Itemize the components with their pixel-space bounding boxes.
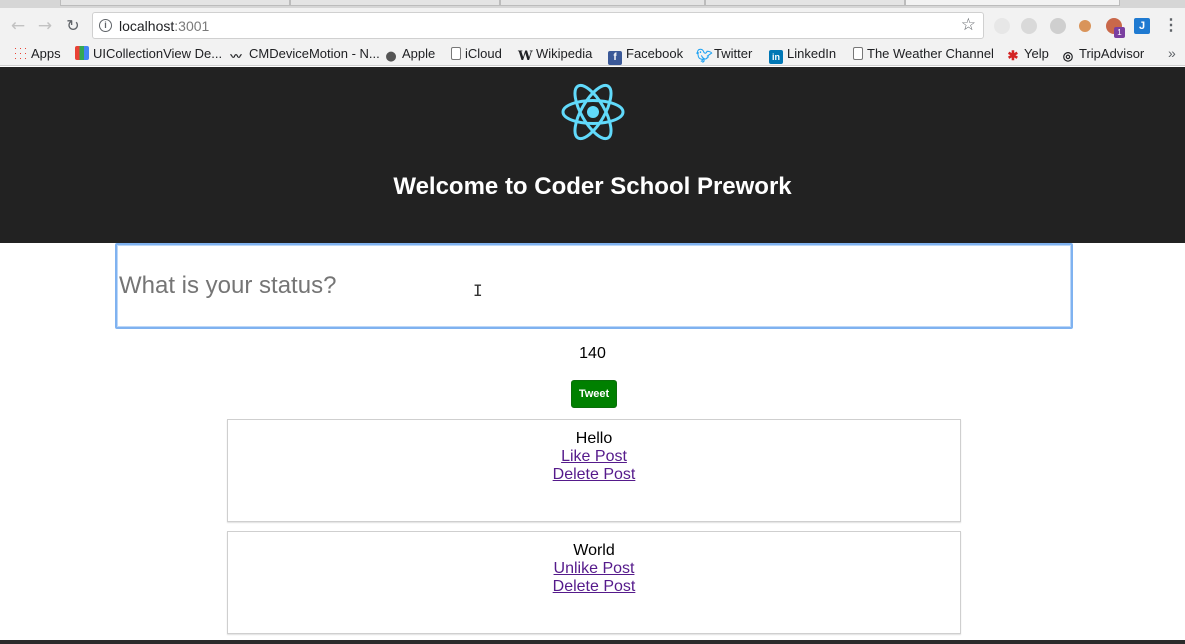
bookmarks-overflow-button[interactable]: » [1168, 45, 1176, 61]
bookmark-apple[interactable]: ● Apple [384, 46, 436, 64]
bookmark-weather-channel[interactable]: The Weather Channel [853, 46, 994, 62]
bookmark-facebook[interactable]: f Facebook [608, 46, 684, 65]
bookmark-linkedin[interactable]: in LinkedIn [769, 46, 837, 64]
mustache-icon: 〰 [230, 51, 242, 63]
extension-icon[interactable] [1021, 18, 1037, 34]
extension-icon[interactable] [1050, 18, 1066, 34]
extension-j-icon[interactable]: J [1134, 18, 1150, 34]
url-port: :3001 [174, 18, 210, 34]
bookmark-label: Yelp [1024, 46, 1049, 61]
bookmark-label: Apple [402, 46, 436, 61]
yelp-icon: ✱ [1007, 48, 1019, 63]
bookmark-twitter[interactable]: 🐦︎Twitter [696, 46, 753, 63]
browser-tab-strip [0, 0, 1185, 8]
apple-icon: ● [385, 49, 397, 64]
bookmark-label: LinkedIn [787, 46, 837, 61]
linkedin-icon: in [769, 50, 783, 64]
delete-post-link[interactable]: Delete Post [553, 466, 636, 484]
bookmark-apps[interactable]: Apps [13, 46, 61, 62]
delete-post-link[interactable]: Delete Post [553, 578, 636, 596]
character-count: 140 [579, 345, 606, 362]
bookmark-wikipedia[interactable]: W Wikipedia [518, 46, 593, 64]
bookmark-label: UICollectionView De... [93, 46, 223, 61]
browser-toolbar: ← → ↻ i localhost:3001 ☆ 1 J ⋮ [0, 8, 1185, 42]
forward-arrow-icon[interactable]: → [35, 16, 55, 36]
post-card: Hello Like Post Delete Post [227, 419, 961, 522]
bookmark-label: TripAdvisor [1079, 46, 1145, 61]
apps-grid-icon [13, 46, 27, 60]
url-text[interactable]: localhost:3001 [119, 18, 209, 34]
bookmark-tripadvisor[interactable]: ◎ TripAdvisor [1061, 46, 1145, 63]
browser-tab[interactable] [705, 0, 905, 6]
extension-icon[interactable] [1079, 20, 1091, 32]
back-arrow-icon[interactable]: ← [8, 16, 28, 36]
twitter-icon: 🐦︎ [696, 48, 713, 63]
post-text: World [573, 542, 615, 559]
browser-tab[interactable] [60, 0, 290, 6]
bookmarks-bar: Apps UICollectionView De... 〰 CMDeviceMot… [0, 42, 1185, 66]
menu-dots-icon[interactable]: ⋮ [1163, 16, 1179, 36]
extension-icon[interactable] [994, 18, 1010, 34]
browser-tab-active[interactable] [905, 0, 1120, 6]
extension-badge: 1 [1114, 27, 1125, 38]
react-atom-logo [561, 83, 625, 141]
bookmark-cmdevicemotion[interactable]: 〰 CMDeviceMotion - N... [227, 46, 380, 63]
status-input[interactable] [115, 243, 1073, 329]
bookmark-label: iCloud [465, 46, 502, 61]
like-post-link[interactable]: Like Post [561, 448, 627, 466]
page-title: Welcome to Coder School Prework [393, 173, 792, 200]
wikipedia-icon: W [518, 49, 533, 64]
bookmark-label: Apps [31, 46, 61, 61]
tripadvisor-icon: ◎ [1062, 49, 1074, 63]
app-header: Welcome to Coder School Prework [0, 67, 1185, 243]
address-bar[interactable]: i localhost:3001 ☆ [92, 12, 984, 39]
reload-icon[interactable]: ↻ [63, 16, 83, 36]
extension-icon[interactable]: 1 [1106, 18, 1125, 38]
tweet-button[interactable]: Tweet [571, 380, 617, 408]
info-icon[interactable]: i [99, 19, 112, 32]
bookmark-label: Twitter [714, 46, 753, 61]
unlike-post-link[interactable]: Unlike Post [554, 560, 635, 578]
bookmark-yelp[interactable]: ✱ Yelp [1006, 46, 1049, 63]
bookmark-label: CMDeviceMotion - N... [249, 46, 380, 61]
post-text: Hello [575, 430, 613, 447]
facebook-icon: f [608, 51, 622, 65]
page-icon [853, 47, 863, 60]
bookmark-uicollectionview[interactable]: UICollectionView De... [75, 46, 222, 62]
page-icon [451, 47, 461, 60]
text-cursor-icon: I [473, 281, 483, 300]
post-card: World Unlike Post Delete Post [227, 531, 961, 634]
url-host: localhost [119, 18, 175, 34]
bookmark-label: Wikipedia [536, 46, 593, 61]
bookmark-label: The Weather Channel [867, 46, 994, 61]
colorful-grid-icon [75, 46, 89, 60]
browser-tab[interactable] [500, 0, 705, 6]
bookmark-label: Facebook [626, 46, 684, 61]
bookmark-icloud[interactable]: iCloud [451, 46, 502, 62]
browser-tab[interactable] [290, 0, 500, 6]
bookmark-star-icon[interactable]: ☆ [961, 15, 976, 35]
window-bottom-edge [0, 640, 1185, 644]
